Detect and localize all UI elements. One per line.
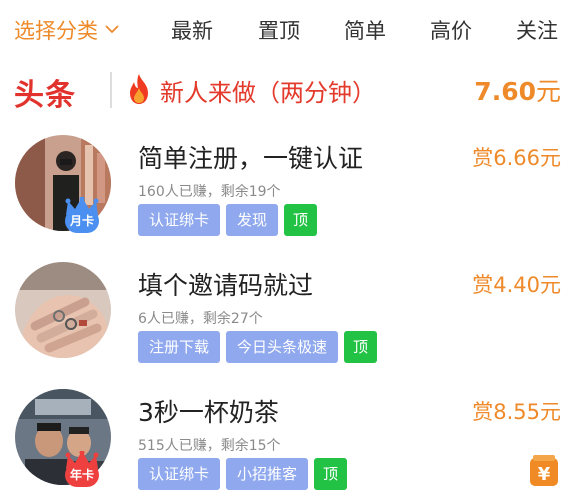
tag: 发现 xyxy=(226,204,279,236)
tab-category-select[interactable]: 选择分类 xyxy=(14,15,120,45)
flame-icon xyxy=(130,74,148,104)
banner-title: 新人来做（两分钟） xyxy=(160,79,376,107)
tab-simple[interactable]: 简单 xyxy=(344,15,386,45)
task-title: 3秒一杯奶茶 xyxy=(138,398,279,427)
banner-price-unit: 元 xyxy=(535,77,561,106)
svg-text:¥: ¥ xyxy=(538,464,551,485)
tag-list: 认证绑卡 发现 顶 xyxy=(138,204,323,236)
featured-banner[interactable]: 头条 新人来做（两分钟） 7.60元 xyxy=(0,62,577,120)
pinned-tag: 顶 xyxy=(344,331,378,363)
tab-label: 选择分类 xyxy=(14,19,98,43)
tag: 认证绑卡 xyxy=(138,458,221,490)
task-item[interactable]: 年卡 3秒一杯奶茶 赏8.55元 515人已赚，剩余15个 认证绑卡 小招推客 … xyxy=(0,389,577,500)
task-reward: 赏6.66元 xyxy=(472,146,561,170)
crown-icon: 月卡 xyxy=(62,197,102,237)
task-title: 填个邀请码就过 xyxy=(138,271,314,300)
crown-icon: 年卡 xyxy=(62,451,102,491)
tag: 小招推客 xyxy=(226,458,309,490)
task-meta: 515人已赚，剩余15个 xyxy=(138,438,281,454)
filter-tabs: 选择分类 最新 置顶 简单 高价 关注 xyxy=(0,0,577,58)
task-item[interactable]: 月卡 简单注册，一键认证 赏6.66元 160人已赚，剩余19个 认证绑卡 发现… xyxy=(0,135,577,255)
membership-badge: 月卡 xyxy=(65,209,99,233)
tag-list: 注册下载 今日头条极速 顶 xyxy=(138,331,383,363)
membership-badge: 年卡 xyxy=(65,463,99,487)
task-title: 简单注册，一键认证 xyxy=(138,144,364,173)
banner-price-value: 7.60 xyxy=(474,77,536,106)
banner-price: 7.60元 xyxy=(474,72,561,108)
task-meta: 6人已赚，剩余27个 xyxy=(138,311,263,327)
tab-high-price[interactable]: 高价 xyxy=(430,15,472,45)
task-reward: 赏4.40元 xyxy=(472,273,561,297)
tab-pinned[interactable]: 置顶 xyxy=(258,15,300,45)
tag: 注册下载 xyxy=(138,331,221,363)
divider xyxy=(110,72,112,108)
tab-latest[interactable]: 最新 xyxy=(171,15,213,45)
toutiao-logo: 头条 xyxy=(14,78,76,113)
pinned-tag: 顶 xyxy=(284,204,318,236)
tab-following[interactable]: 关注 xyxy=(516,15,558,45)
tag: 今日头条极速 xyxy=(226,331,339,363)
chevron-down-icon xyxy=(105,25,119,34)
avatar xyxy=(15,262,111,358)
pinned-tag: 顶 xyxy=(314,458,348,490)
tag-list: 认证绑卡 小招推客 顶 xyxy=(138,458,353,490)
task-meta: 160人已赚，剩余19个 xyxy=(138,184,281,200)
yuan-icon[interactable]: ¥ xyxy=(529,455,559,487)
task-reward: 赏8.55元 xyxy=(472,400,561,424)
tag: 认证绑卡 xyxy=(138,204,221,236)
task-item[interactable]: 填个邀请码就过 赏4.40元 6人已赚，剩余27个 注册下载 今日头条极速 顶 xyxy=(0,262,577,382)
